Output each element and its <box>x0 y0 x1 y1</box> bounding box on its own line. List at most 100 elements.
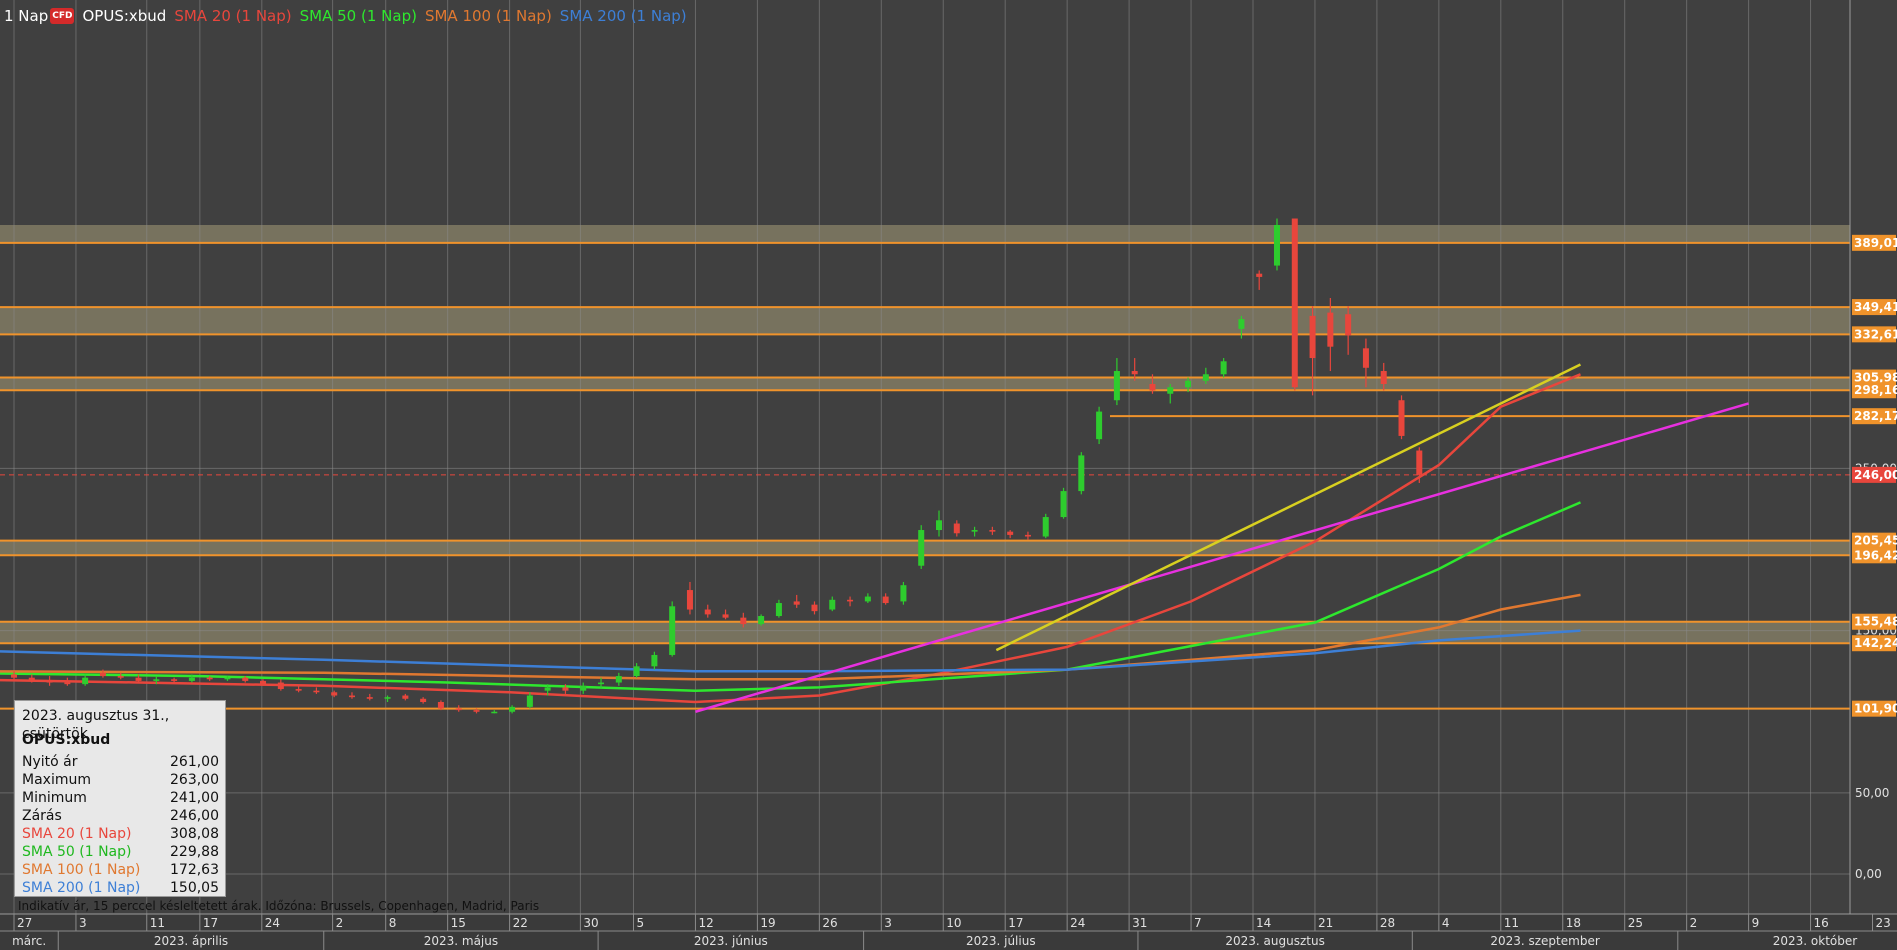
candle-body <box>989 530 996 532</box>
info-label: Maximum <box>22 772 91 788</box>
candle <box>918 525 925 569</box>
x-axis-day-label: 28 <box>1380 916 1395 930</box>
candle-body <box>153 679 160 681</box>
x-axis-day-label: 17 <box>1008 916 1023 930</box>
x-axis-day-label: 3 <box>884 916 892 930</box>
x-axis-day-label: 3 <box>79 916 87 930</box>
info-row-sma50: SMA 50 (1 Nap) 229,88 <box>22 843 219 861</box>
candle-body <box>580 685 587 691</box>
price-level-label: 282,17 <box>1854 409 1897 423</box>
info-value: 229,88 <box>170 844 219 860</box>
info-value: 150,05 <box>170 880 219 896</box>
x-axis-day-label: 23 <box>1876 916 1891 930</box>
candle-body <box>1096 411 1103 440</box>
x-axis-day-label: 12 <box>698 916 713 930</box>
x-axis-day-label: 24 <box>1070 916 1085 930</box>
price-chart[interactable]: 0,0050,00150,00250,00389,01349,41332,613… <box>0 0 1897 950</box>
candle-body <box>384 697 391 699</box>
candle <box>1273 218 1280 271</box>
price-level-label: 155,48 <box>1854 615 1897 629</box>
candle-body <box>99 672 106 677</box>
x-axis-month-label: 2023. július <box>966 934 1036 948</box>
x-axis-day-label: 22 <box>513 916 528 930</box>
x-axis-day-label: 27 <box>17 916 32 930</box>
candle-body <box>811 604 818 612</box>
indicator-sma50-label[interactable]: SMA 50 (1 Nap) <box>300 7 417 25</box>
price-level-label: 205,45 <box>1854 534 1897 548</box>
disclaimer-text: Indikatív ár, 15 perccel késleltetett ár… <box>18 899 540 913</box>
y-axis-tick-label: 0,00 <box>1855 867 1882 881</box>
candle-body <box>420 698 427 703</box>
timeframe-label[interactable]: 1 Nap <box>4 7 48 25</box>
info-label: SMA 20 (1 Nap) <box>22 826 132 842</box>
x-axis-day-label: 30 <box>583 916 598 930</box>
candle-body <box>1416 450 1423 475</box>
x-axis-day-label: 18 <box>1566 916 1581 930</box>
info-label: Minimum <box>22 790 87 806</box>
info-symbol: OPUS:xbud <box>22 732 111 748</box>
candle-body <box>491 711 498 714</box>
x-axis-month-label: 2023. június <box>694 934 768 948</box>
candle-body <box>1149 384 1156 391</box>
candle-body <box>544 687 551 691</box>
price-band <box>0 540 1850 556</box>
info-value: 172,63 <box>170 862 219 878</box>
price-level-label: 142,24 <box>1854 636 1897 650</box>
indicator-sma20-label[interactable]: SMA 20 (1 Nap) <box>174 7 291 25</box>
x-axis-day-label: 9 <box>1752 916 1760 930</box>
price-level-label: 298,16 <box>1854 383 1897 397</box>
candle-body <box>1078 455 1085 492</box>
info-label: Nyitó ár <box>22 754 78 770</box>
candle-body <box>971 530 978 532</box>
candle-body <box>686 590 693 610</box>
candle-body <box>633 666 640 677</box>
indicator-sma100-label[interactable]: SMA 100 (1 Nap) <box>425 7 552 25</box>
info-row-sma100: SMA 100 (1 Nap) 172,63 <box>22 861 219 879</box>
candle-body <box>936 520 943 531</box>
x-axis-month-label: 2023. szeptember <box>1490 934 1599 948</box>
candle-body <box>331 692 338 696</box>
candle-body <box>900 585 907 602</box>
candle-body <box>598 682 605 685</box>
candle-body <box>758 616 765 625</box>
candle-body <box>1024 534 1031 537</box>
info-row-open: Nyitó ár 261,00 <box>22 753 219 771</box>
x-axis-day-label: 14 <box>1256 916 1271 930</box>
candle <box>1291 218 1298 391</box>
candle-body <box>402 695 409 699</box>
candle-body <box>455 708 462 711</box>
current-price-label: 246,00 <box>1854 468 1897 482</box>
candle-body <box>864 596 871 602</box>
y-axis: 0,0050,00150,00250,00389,01349,41332,613… <box>1849 0 1897 914</box>
price-band <box>0 377 1850 391</box>
x-axis-day-label: 15 <box>451 916 466 930</box>
info-value: 246,00 <box>170 808 219 824</box>
candle-body <box>82 677 89 685</box>
candle-body <box>1042 517 1049 537</box>
candle-body <box>1202 374 1209 381</box>
x-axis-day-label: 7 <box>1194 916 1202 930</box>
candle <box>1398 395 1405 440</box>
price-level-label: 196,42 <box>1854 548 1897 562</box>
candle <box>900 581 907 605</box>
price-band <box>0 621 1850 644</box>
price-band <box>0 225 1850 243</box>
symbol-label[interactable]: OPUS:xbud <box>82 7 166 25</box>
candle-body <box>793 601 800 605</box>
candle-body <box>171 679 178 681</box>
price-level-label: 349,41 <box>1854 300 1897 314</box>
candle-body <box>562 687 569 691</box>
candle-body <box>1220 361 1227 375</box>
x-axis-day-label: 5 <box>637 916 645 930</box>
indicator-sma200-label[interactable]: SMA 200 (1 Nap) <box>560 7 687 25</box>
x-axis-day-label: 17 <box>203 916 218 930</box>
x-axis-day-label: 11 <box>150 916 165 930</box>
candle-body <box>1185 380 1192 388</box>
candle-body <box>295 689 302 691</box>
candle-body <box>1273 225 1280 266</box>
info-label: SMA 50 (1 Nap) <box>22 844 132 860</box>
candle-body <box>953 523 960 534</box>
candle-body <box>348 695 355 698</box>
candle-body <box>1167 387 1174 394</box>
candle-body <box>117 676 124 678</box>
